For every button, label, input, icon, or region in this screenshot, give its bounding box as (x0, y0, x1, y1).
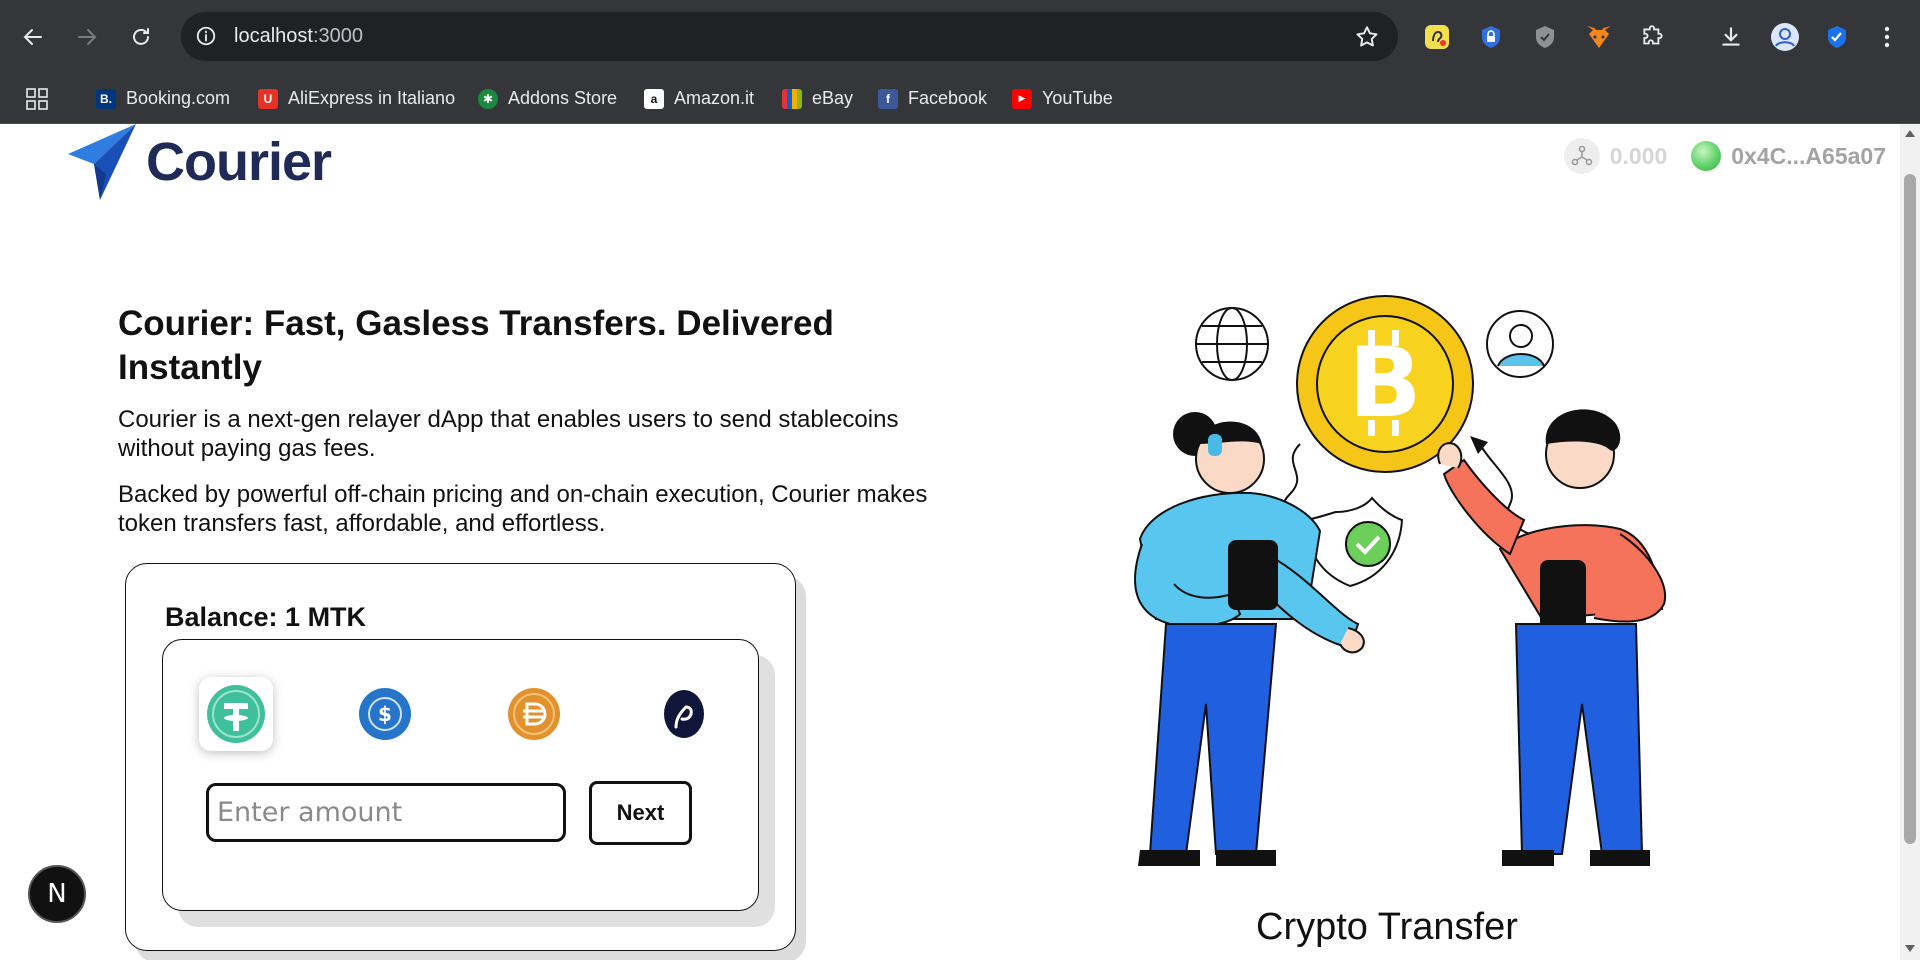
hero-title: Courier: Fast, Gasless Transfers. Delive… (118, 304, 834, 387)
crypto-transfer-illustration: B (1134, 295, 1667, 866)
bookmark-youtube[interactable]: ▶ YouTube (1012, 88, 1113, 109)
url-text: localhost:3000 (234, 25, 363, 47)
page-scrollbar[interactable] (1900, 124, 1920, 960)
browser-toolbar: localhost:3000 (0, 0, 1920, 74)
facebook-icon: f (878, 88, 898, 109)
extension-lock-icon[interactable] (1476, 22, 1506, 52)
bookmark-facebook[interactable]: f Facebook (878, 88, 987, 109)
gas-balance: 0.000 (1609, 142, 1668, 169)
bookmark-addons-store[interactable]: ✱ Addons Store (478, 88, 617, 109)
arrow-left-icon (23, 29, 42, 45)
pyusd-icon (664, 690, 704, 738)
token-usdt[interactable] (199, 677, 273, 751)
apps-grid-icon[interactable] (26, 88, 48, 110)
amazon-icon: a (644, 88, 664, 109)
menu-kebab-icon[interactable] (1872, 22, 1902, 52)
reload-icon (133, 28, 149, 45)
svg-text:$: $ (378, 702, 392, 726)
svg-text:B: B (1348, 327, 1421, 439)
ebay-icon (782, 88, 802, 109)
download-icon[interactable] (1716, 22, 1746, 52)
bookmarks-bar: B. Booking.com U AliExpress in Italiano … (0, 74, 1920, 124)
brand-name: Courier (146, 132, 332, 192)
token-dai[interactable] (497, 677, 571, 751)
wallet-info: 0.000 0x4C...A65a07 (1563, 138, 1886, 174)
bookmark-ebay[interactable]: eBay (782, 88, 853, 109)
bookmark-amazon[interactable]: a Amazon.it (644, 88, 754, 109)
courier-logo[interactable]: Courier (66, 124, 332, 200)
reload-button[interactable] (124, 20, 158, 54)
shield-check-icon (1304, 496, 1404, 588)
scroll-up-arrow[interactable] (1905, 130, 1915, 137)
site-info-icon[interactable] (195, 25, 217, 47)
extension-hearing-icon[interactable] (1422, 22, 1452, 52)
security-badge-icon[interactable] (1822, 22, 1852, 52)
back-button[interactable] (16, 20, 50, 54)
amount-input[interactable] (206, 783, 566, 842)
profile-avatar-icon[interactable] (1770, 22, 1800, 52)
forward-button[interactable] (70, 20, 104, 54)
aliexpress-icon: U (258, 88, 278, 109)
globe-icon (1195, 307, 1269, 381)
dai-icon (508, 688, 560, 740)
hero-paragraph-1: Courier is a next-gen relayer dApp that … (118, 406, 899, 462)
extensions-puzzle-icon[interactable] (1638, 22, 1668, 52)
balance-label: Balance: 1 MTK (165, 602, 367, 632)
illustration-caption: Crypto Transfer (1256, 906, 1518, 948)
wallet-address[interactable]: 0x4C...A65a07 (1731, 143, 1886, 170)
addons-icon: ✱ (478, 88, 498, 109)
scroll-down-arrow[interactable] (1905, 945, 1915, 952)
bookmark-aliexpress[interactable]: U AliExpress in Italiano (258, 88, 455, 109)
token-usdc[interactable]: $ (348, 677, 422, 751)
token-pyusd[interactable] (647, 677, 721, 751)
man-figure (1437, 409, 1667, 866)
hero-paragraph-2: Backed by powerful off-chain pricing and… (118, 481, 928, 537)
extension-shield-icon[interactable] (1530, 22, 1560, 52)
usdt-icon (207, 685, 265, 743)
bookmark-star-icon[interactable] (1354, 24, 1380, 50)
next-button[interactable]: Next (589, 781, 692, 845)
paper-plane-icon (68, 124, 136, 200)
nextjs-dev-badge[interactable]: N (28, 865, 86, 923)
woman-figure (1134, 412, 1365, 866)
wallet-avatar[interactable] (1691, 141, 1722, 171)
metamask-fox-icon[interactable] (1584, 22, 1614, 52)
usdc-icon: $ (359, 688, 411, 740)
youtube-icon: ▶ (1012, 88, 1032, 109)
scrollbar-thumb[interactable] (1904, 174, 1916, 844)
booking-icon: B. (96, 88, 116, 109)
user-icon (1486, 310, 1554, 378)
arrow-right-icon (78, 29, 97, 45)
address-bar[interactable]: localhost:3000 (181, 12, 1398, 61)
bookmark-booking[interactable]: B. Booking.com (96, 88, 230, 109)
relayer-network-icon (1563, 138, 1600, 174)
